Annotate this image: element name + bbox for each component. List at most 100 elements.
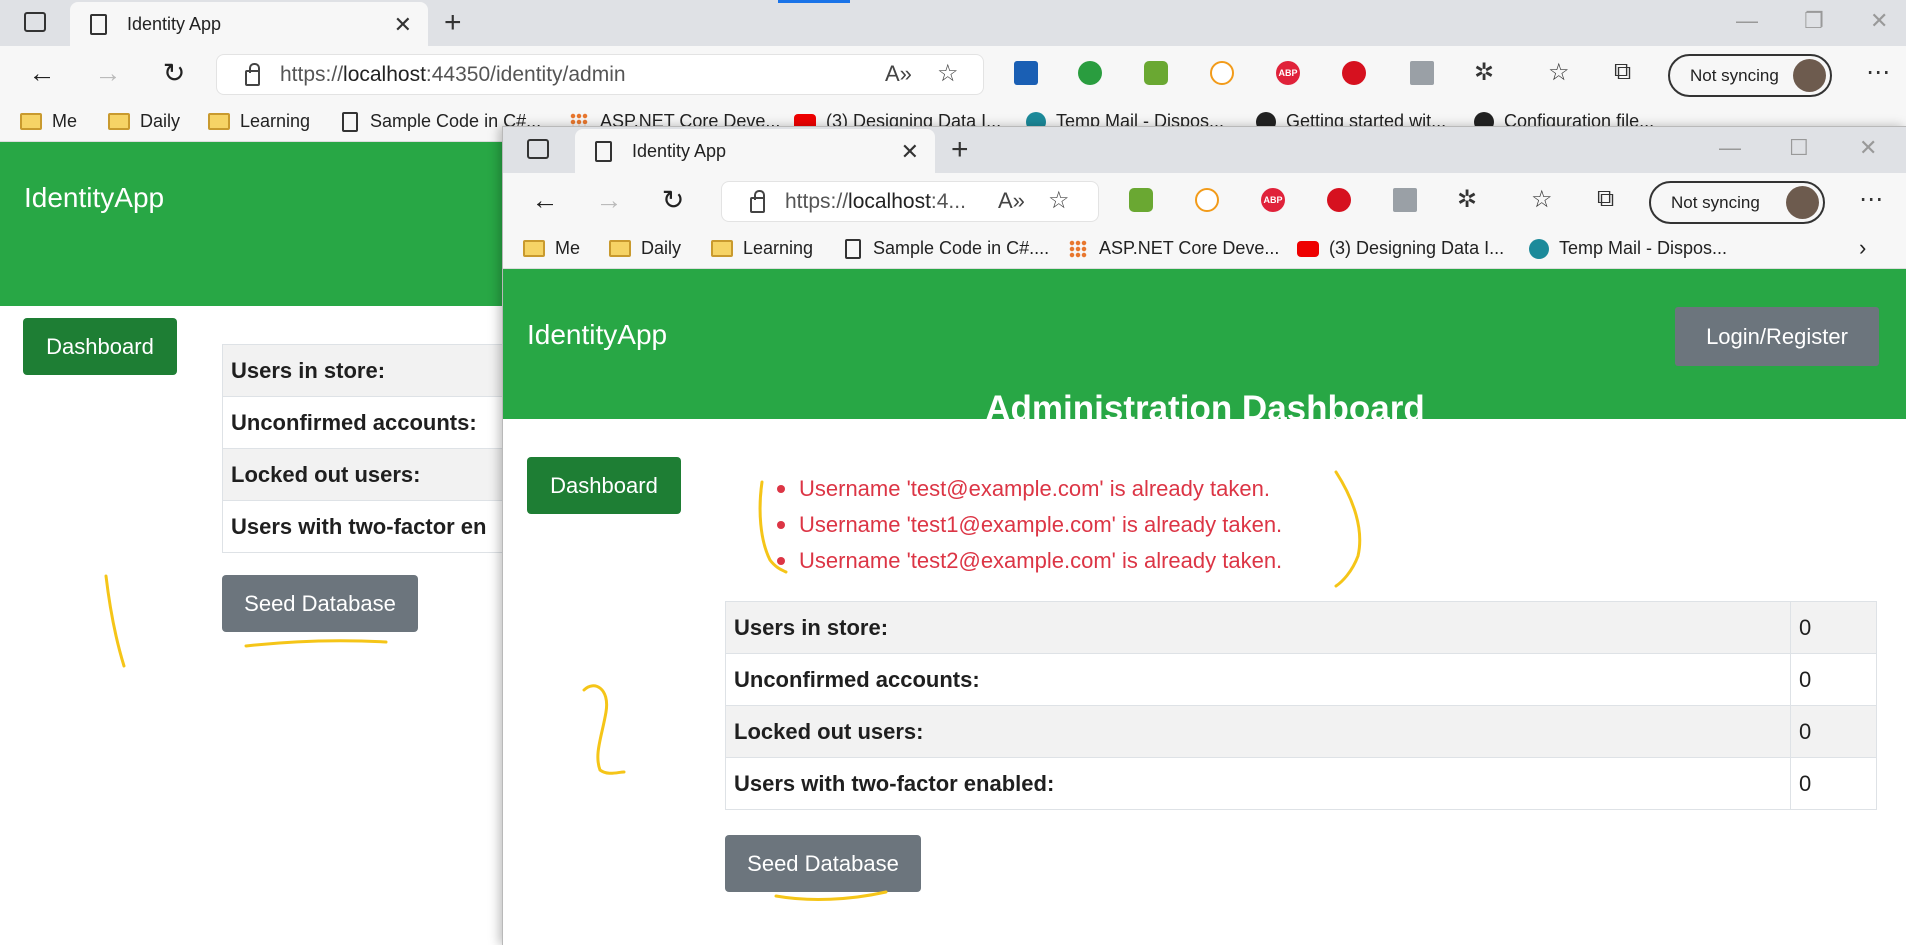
validation-errors: Username 'test@example.com' is already t… <box>776 471 1282 579</box>
collections-icon[interactable]: ⧉ <box>1597 185 1614 213</box>
table-row: Users with two-factor enabled: 0 <box>725 757 1877 810</box>
dashboard-button[interactable]: Dashboard <box>527 457 681 514</box>
new-tab-icon[interactable]: + <box>444 6 462 40</box>
bookmark-item[interactable]: Learning <box>208 111 310 132</box>
stat-value: 0 <box>1790 705 1877 758</box>
profile-sync-button[interactable]: Not syncing <box>1649 181 1825 224</box>
new-tab-icon[interactable]: + <box>951 133 969 167</box>
close-window-icon[interactable]: ✕ <box>1870 8 1888 34</box>
folder-icon <box>20 113 42 130</box>
ublock-icon[interactable] <box>1342 61 1366 85</box>
restore-icon[interactable]: ❐ <box>1804 8 1824 34</box>
favorites-icon[interactable]: ☆ <box>1531 185 1553 214</box>
dashboard-button[interactable]: Dashboard <box>23 318 177 375</box>
tab-strip: Identity App ✕ + — ❐ ✕ <box>0 0 1906 46</box>
bookmark-item[interactable]: Learning <box>711 238 813 259</box>
youtube-icon <box>1297 240 1319 257</box>
page-icon <box>342 111 358 132</box>
chevron-right-icon[interactable]: › <box>1859 235 1866 261</box>
minimize-icon[interactable]: — <box>1736 8 1758 34</box>
url-host: localhost <box>848 189 931 213</box>
address-bar[interactable]: https://localhost:44350/identity/admin A… <box>216 54 984 95</box>
extension-refresh-icon[interactable] <box>1210 61 1234 85</box>
tab-actions-icon[interactable] <box>24 12 46 32</box>
close-tab-icon[interactable]: ✕ <box>394 12 412 38</box>
tab-title: Identity App <box>127 13 222 34</box>
tab-actions-icon[interactable] <box>527 139 549 159</box>
seed-database-button[interactable]: Seed Database <box>222 575 418 632</box>
extension-globe-icon[interactable] <box>1078 61 1102 85</box>
bookmark-item[interactable]: Daily <box>108 111 180 132</box>
close-window-icon[interactable]: ✕ <box>1859 135 1877 161</box>
folder-icon <box>108 113 130 130</box>
maximize-icon[interactable]: ☐ <box>1789 135 1809 161</box>
collections-icon[interactable]: ⧉ <box>1614 58 1631 86</box>
address-bar[interactable]: https://localhost:4... A» ☆ <box>721 181 1099 222</box>
add-favorite-icon[interactable]: ☆ <box>937 59 959 88</box>
forward-icon[interactable]: → <box>593 185 625 216</box>
seed-database-button[interactable]: Seed Database <box>725 835 921 892</box>
more-menu-icon[interactable]: ⋯ <box>1859 185 1883 214</box>
ublock-icon[interactable] <box>1327 188 1351 212</box>
read-aloud-icon[interactable]: A» <box>998 188 1025 214</box>
front-browser-window: Identity App ✕ + — ☐ ✕ ← → ↻ https://loc… <box>502 126 1906 945</box>
bookmark-item[interactable]: Me <box>20 111 77 132</box>
more-menu-icon[interactable]: ⋯ <box>1866 58 1890 87</box>
error-item: Username 'test1@example.com' is already … <box>776 507 1282 543</box>
stat-value: 0 <box>1790 601 1877 654</box>
bookmark-item[interactable]: Daily <box>609 238 681 259</box>
adblock-plus-icon[interactable]: ABP <box>1261 188 1285 212</box>
extension-refresh-icon[interactable] <box>1195 188 1219 212</box>
extensions-puzzle-icon[interactable]: ✲ <box>1457 185 1477 214</box>
bookmark-label: Learning <box>743 238 814 258</box>
extension-green-icon[interactable] <box>1144 61 1168 85</box>
bookmark-label: Sample Code in C#.... <box>873 238 1050 258</box>
tab-identity-app[interactable]: Identity App ✕ <box>70 2 428 46</box>
bookmark-label: Daily <box>641 238 682 258</box>
minimize-icon[interactable]: — <box>1719 135 1741 161</box>
extension-ivr-icon[interactable] <box>1014 61 1038 85</box>
brand-link[interactable]: IdentityApp <box>24 182 164 214</box>
temp-mail-icon <box>1529 238 1549 259</box>
extension-green-icon[interactable] <box>1129 188 1153 212</box>
back-icon[interactable]: ← <box>26 58 58 89</box>
refresh-icon[interactable]: ↻ <box>158 58 190 89</box>
favorites-icon[interactable]: ☆ <box>1548 58 1570 87</box>
table-row: Users in store: 0 <box>725 601 1877 654</box>
page-icon <box>845 238 861 259</box>
close-tab-icon[interactable]: ✕ <box>901 139 919 165</box>
bookmark-item[interactable]: Temp Mail - Dispos... <box>1529 238 1727 259</box>
brand-link[interactable]: IdentityApp <box>527 319 667 351</box>
table-row: Locked out users: 0 <box>725 705 1877 758</box>
tab-identity-app[interactable]: Identity App ✕ <box>575 129 935 173</box>
url-prefix: https:// <box>280 62 344 86</box>
extensions-puzzle-icon[interactable]: ✲ <box>1474 58 1494 87</box>
bookmark-item[interactable]: Sample Code in C#.... <box>845 238 1049 259</box>
nav-toolbar: ← → ↻ https://localhost:44350/identity/a… <box>0 46 1906 102</box>
vue-devtools-icon[interactable] <box>1393 188 1417 212</box>
bookmark-item[interactable]: (3) Designing Data I... <box>1297 238 1504 259</box>
avatar <box>1786 186 1819 219</box>
bookmark-item[interactable]: ASP.NET Core Deve... <box>1069 238 1279 259</box>
sync-label: Not syncing <box>1690 65 1779 85</box>
stats-table: Users in store: 0 Unconfirmed accounts: 0 … <box>725 601 1877 810</box>
stat-value: 0 <box>1790 757 1877 810</box>
read-aloud-icon[interactable]: A» <box>885 61 912 87</box>
stat-value: 0 <box>1790 653 1877 706</box>
error-item: Username 'test@example.com' is already t… <box>776 471 1282 507</box>
login-register-button[interactable]: Login/Register <box>1675 307 1879 366</box>
stat-label: Users in store: <box>725 601 1791 654</box>
refresh-icon[interactable]: ↻ <box>657 185 689 216</box>
tab-indicator <box>778 0 850 3</box>
vue-devtools-icon[interactable] <box>1410 61 1434 85</box>
profile-sync-button[interactable]: Not syncing <box>1668 54 1832 97</box>
bookmark-item[interactable]: Me <box>523 238 580 259</box>
page-title: Administration Dashboard <box>985 389 1425 428</box>
adblock-plus-icon[interactable]: ABP <box>1276 61 1300 85</box>
add-favorite-icon[interactable]: ☆ <box>1048 186 1070 215</box>
forward-icon[interactable]: → <box>92 58 124 89</box>
bookmark-label: (3) Designing Data I... <box>1329 238 1505 258</box>
stat-label: Users with two-factor enabled: <box>725 757 1791 810</box>
folder-icon <box>208 113 230 130</box>
back-icon[interactable]: ← <box>529 185 561 216</box>
